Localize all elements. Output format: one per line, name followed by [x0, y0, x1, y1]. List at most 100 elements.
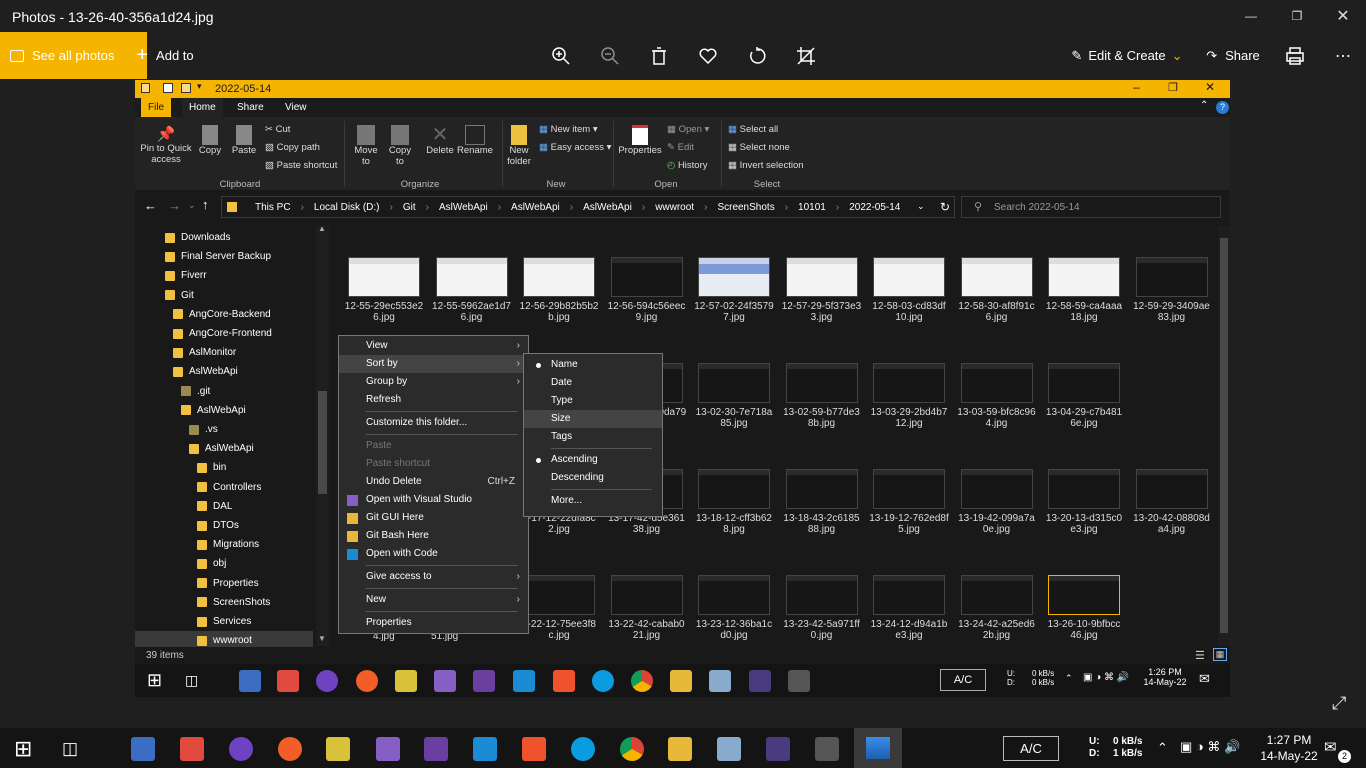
restore-button[interactable]: ❐	[1274, 0, 1320, 32]
github-app-icon[interactable]	[229, 737, 253, 761]
menu-refresh[interactable]: Refresh	[339, 391, 528, 409]
menu-customize[interactable]: Customize this folder...	[339, 414, 528, 432]
nav-scroll-thumb[interactable]	[318, 391, 327, 494]
tab-view[interactable]: View	[278, 98, 314, 117]
copy-button[interactable]: Copy	[197, 125, 223, 156]
sort-name[interactable]: Name	[524, 356, 662, 374]
explorer-close[interactable]: ✕	[1205, 80, 1215, 94]
new-folder-button[interactable]: New folder	[505, 125, 533, 167]
windows-app-icon[interactable]	[815, 737, 839, 761]
file-item[interactable]: 13-20-13-d315c0 e3.jpg	[1041, 469, 1127, 569]
tray-chevron-icon[interactable]: ⌃	[1157, 740, 1168, 756]
nav-item[interactable]: DTOs	[135, 516, 315, 535]
properties-qa-icon[interactable]	[163, 83, 173, 93]
breadcrumb-item[interactable]: Local Disk (D:)	[309, 202, 385, 213]
sort-tags[interactable]: Tags	[524, 428, 662, 446]
file-explorer-app-icon[interactable]	[670, 670, 692, 692]
scroll-up-icon[interactable]: ▲	[318, 224, 326, 233]
nav-item[interactable]: Fiverr	[135, 266, 315, 285]
select-all-button[interactable]: ▦ Select all	[728, 124, 778, 135]
nav-item[interactable]: .git	[135, 382, 315, 401]
nav-item[interactable]: Final Server Backup	[135, 247, 315, 266]
search-box[interactable]: ⚲ Search 2022-05-14	[961, 196, 1221, 218]
print-button[interactable]	[1283, 32, 1307, 79]
close-button[interactable]: ✕	[1320, 0, 1366, 32]
nav-item[interactable]: obj	[135, 554, 315, 573]
sort-size[interactable]: Size	[524, 410, 662, 428]
nav-item[interactable]: Downloads	[135, 228, 315, 247]
file-item[interactable]: 13-02-30-7e718a 85.jpg	[691, 363, 777, 463]
breadcrumb-item[interactable]: This PC	[250, 202, 296, 213]
skype-app-icon[interactable]	[571, 737, 595, 761]
file-item[interactable]: 13-03-59-bfc8c96 4.jpg	[954, 363, 1040, 463]
this-pc-app-icon[interactable]	[239, 670, 261, 692]
nav-item[interactable]: AngCore-Backend	[135, 305, 315, 324]
tab-file[interactable]: File	[141, 98, 172, 117]
nav-item[interactable]: AslWebApi	[135, 439, 315, 458]
nav-item[interactable]: Services	[135, 612, 315, 631]
more-options-button[interactable]: ⋯	[1330, 32, 1356, 79]
breadcrumb-item[interactable]: AslWebApi	[578, 202, 637, 213]
start-icon[interactable]: ⊞	[147, 670, 162, 691]
file-item[interactable]: 12-58-03-cd83df 10.jpg	[866, 257, 952, 357]
task-view-icon[interactable]: ◫	[62, 739, 78, 759]
breadcrumb-item[interactable]: AslWebApi	[434, 202, 493, 213]
zoom-in-button[interactable]	[548, 32, 574, 79]
vscode-app-icon[interactable]	[513, 670, 535, 692]
windows-app-icon[interactable]	[788, 670, 810, 692]
file-item[interactable]: 12-57-29-5f373e3 3.jpg	[779, 257, 865, 357]
copy-path-button[interactable]: ▧ Copy path	[265, 142, 320, 153]
vscode-app-icon[interactable]	[473, 737, 497, 761]
share-button[interactable]: ↷ Share	[1202, 32, 1264, 79]
open-button[interactable]: ▦ Open ▾	[667, 124, 709, 135]
file-item[interactable]: 13-19-12-762ed8f 5.jpg	[866, 469, 952, 569]
explorer-restore[interactable]: ❐	[1168, 81, 1178, 94]
add-to-button[interactable]: + Add to	[130, 32, 200, 79]
menu-git-gui[interactable]: Git GUI Here	[339, 509, 528, 527]
menu-open-vs[interactable]: Open with Visual Studio	[339, 491, 528, 509]
notification-icon[interactable]: ✉	[1199, 671, 1210, 687]
visual-studio-app-icon[interactable]	[376, 737, 400, 761]
tool-app-icon[interactable]	[395, 670, 417, 692]
action-center-icon[interactable]: ✉	[1324, 738, 1337, 756]
breadcrumb-item[interactable]: 2022-05-14	[844, 202, 905, 213]
nav-item[interactable]: Properties	[135, 574, 315, 593]
explorer-minimize[interactable]: –	[1133, 80, 1140, 94]
menu-sort-by[interactable]: Sort by ›	[339, 355, 528, 373]
photos-app-active[interactable]	[854, 728, 902, 768]
tray-icons[interactable]: ▣ ◑ ⌘ 🔊	[1180, 739, 1240, 755]
breadcrumb-item[interactable]: ScreenShots	[712, 202, 779, 213]
nav-item[interactable]: ScreenShots	[135, 593, 315, 612]
qa-dropdown-icon[interactable]: ▾	[197, 81, 202, 92]
menu-give-access[interactable]: Give access to ›	[339, 568, 528, 586]
address-bar[interactable]: This PC › Local Disk (D:) › Git › AslWebApi…	[221, 196, 955, 218]
easy-access-button[interactable]: ▦ Easy access ▾	[539, 142, 611, 153]
refresh-icon[interactable]: ↻	[935, 200, 955, 214]
tool-app-icon[interactable]	[326, 737, 350, 761]
menu-new[interactable]: New ›	[339, 591, 528, 609]
nav-item[interactable]: DAL	[135, 497, 315, 516]
nav-item[interactable]: .vs	[135, 420, 315, 439]
back-arrow-icon[interactable]: ←	[144, 198, 157, 213]
address-dropdown-icon[interactable]: ⌄	[912, 201, 930, 212]
nav-item[interactable]: Git	[135, 286, 315, 305]
recent-dropdown-icon[interactable]: ⌄	[188, 200, 196, 211]
breadcrumb-item[interactable]: wwwroot	[650, 202, 699, 213]
menu-undo-delete[interactable]: Undo Delete Ctrl+Z	[339, 473, 528, 491]
see-all-photos-button[interactable]: See all photos	[0, 32, 147, 79]
tab-home[interactable]: Home	[182, 98, 223, 117]
breadcrumb-item[interactable]: Git	[398, 202, 421, 213]
terminal-app-icon[interactable]	[766, 737, 790, 761]
forward-arrow-icon[interactable]: →	[168, 198, 181, 213]
file-item[interactable]: 12-58-59-ca4aaa 18.jpg	[1041, 257, 1127, 357]
nav-item[interactable]: bin	[135, 458, 315, 477]
inner-clock[interactable]: 1:26 PM 14-May-22	[1137, 667, 1193, 687]
file-item[interactable]: 12-58-30-af8f91c 6.jpg	[954, 257, 1040, 357]
chrome-app-icon[interactable]	[631, 670, 653, 692]
cut-button[interactable]: ✂ Cut	[265, 124, 290, 135]
nav-item[interactable]: AslWebApi	[135, 401, 315, 420]
file-item[interactable]: 12-56-594c56eec 9.jpg	[604, 257, 690, 357]
visual-studio-2-app-icon[interactable]	[424, 737, 448, 761]
fullscreen-icon[interactable]: ⤢	[1332, 693, 1346, 714]
delete-button[interactable]	[646, 32, 672, 79]
